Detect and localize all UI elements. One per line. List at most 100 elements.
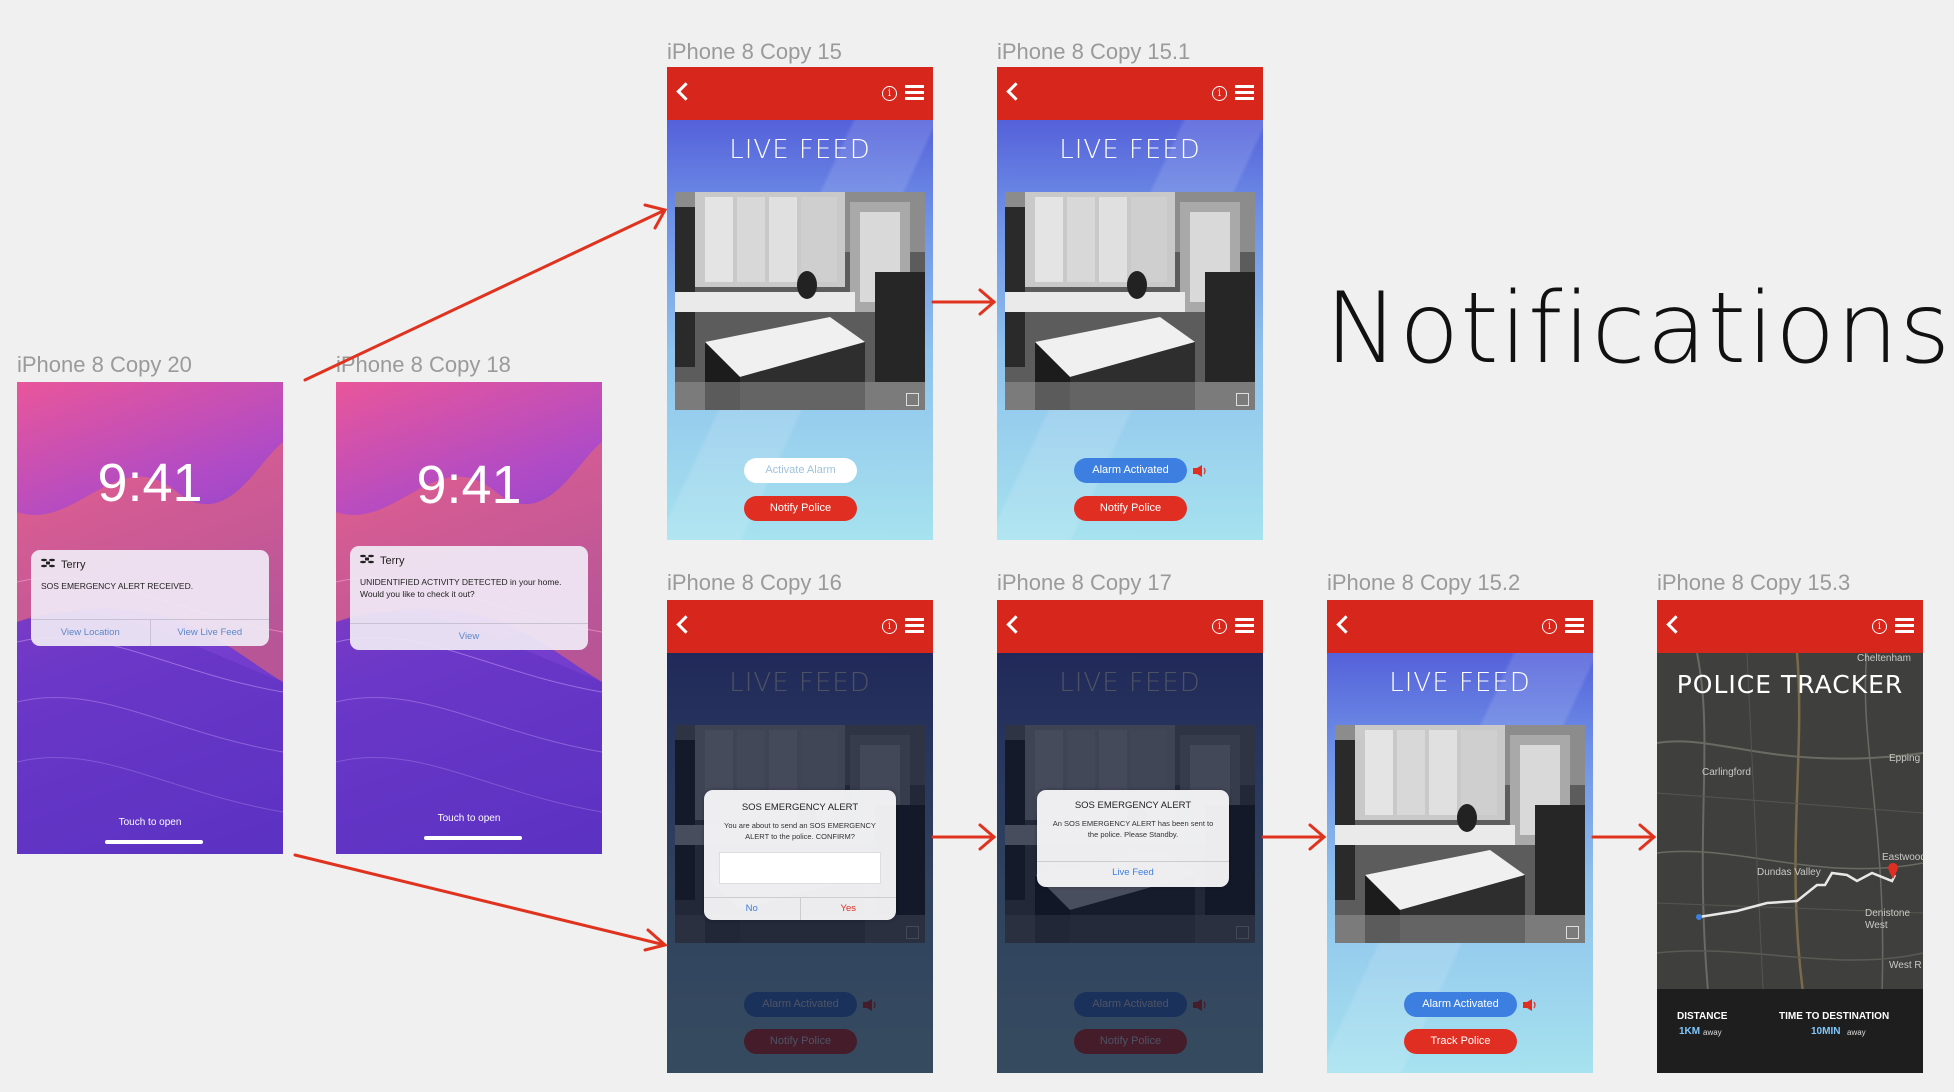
- info-icon[interactable]: i: [882, 619, 897, 634]
- activity-notification[interactable]: Terry UNIDENTIFIED ACTIVITY DETECTED in …: [350, 546, 588, 650]
- hamburger-menu-icon[interactable]: [1565, 618, 1584, 633]
- info-icon[interactable]: i: [882, 86, 897, 101]
- alarm-activated-button[interactable]: Alarm Activated: [1404, 992, 1517, 1017]
- info-icon[interactable]: i: [1542, 619, 1557, 634]
- track-police-button[interactable]: Track Police: [1404, 1029, 1517, 1054]
- arrowhead-icon: [643, 928, 669, 952]
- camera-feed[interactable]: [1335, 725, 1585, 943]
- fullscreen-icon[interactable]: [1566, 926, 1579, 939]
- sos-confirm-dialog: SOS EMERGENCY ALERT You are about to sen…: [704, 790, 896, 920]
- view-location-button[interactable]: View Location: [31, 620, 150, 646]
- touch-to-open: Touch to open: [437, 813, 501, 824]
- back-chevron-icon[interactable]: [1666, 615, 1685, 634]
- hamburger-menu-icon[interactable]: [1895, 618, 1914, 633]
- tracker-stats-panel: DISTANCE 1KM away TIME TO DESTINATION 10…: [1657, 989, 1923, 1073]
- hamburger-menu-icon[interactable]: [905, 618, 924, 633]
- dialog-actions: Live Feed: [1037, 861, 1229, 887]
- artboard-label-copy17: iPhone 8 Copy 17: [997, 570, 1172, 595]
- dialog-title: SOS EMERGENCY ALERT: [741, 802, 859, 813]
- arrowhead-icon: [978, 823, 997, 851]
- touch-to-open: Touch to open: [118, 817, 182, 828]
- camera-feed[interactable]: [675, 192, 925, 410]
- sos-notification[interactable]: Terry SOS EMERGENCY ALERT RECEIVED. View…: [31, 550, 269, 646]
- live-feed-screen: i LIVE FEED Activate Alarm Notify Police: [667, 67, 933, 540]
- back-chevron-icon[interactable]: [1336, 615, 1355, 634]
- hamburger-menu-icon[interactable]: [1235, 85, 1254, 100]
- map-label-carlingford: Carlingford: [1702, 767, 1751, 778]
- back-chevron-icon[interactable]: [676, 82, 695, 101]
- hamburger-menu-icon[interactable]: [905, 85, 924, 100]
- back-chevron-icon[interactable]: [1006, 82, 1025, 101]
- notification-message: SOS EMERGENCY ALERT RECEIVED.: [41, 581, 194, 591]
- yes-button[interactable]: Yes: [799, 898, 897, 920]
- notify-police-button[interactable]: Notify Police: [1074, 496, 1187, 521]
- home-indicator: [424, 836, 522, 840]
- fullscreen-icon[interactable]: [906, 393, 919, 406]
- speaker-icon: [1193, 465, 1206, 477]
- info-icon[interactable]: i: [1212, 619, 1227, 634]
- arrowhead-icon: [1638, 823, 1657, 851]
- track-police-screen: i LIVE FEED Alarm Activated Track Police: [1327, 600, 1593, 1073]
- map-label-denistone-west: Denistone West: [1865, 908, 1911, 931]
- confirm-input[interactable]: [719, 852, 881, 884]
- eta-label: TIME TO DESTINATION: [1779, 1011, 1890, 1022]
- lock-time: 9:41: [97, 453, 203, 513]
- back-chevron-icon[interactable]: [676, 615, 695, 634]
- sos-confirm-screen: i LIVE FEED Alarm Activated Notify Polic…: [667, 600, 933, 1073]
- artboard-label-copy15-2: iPhone 8 Copy 15.2: [1327, 570, 1521, 595]
- notify-police-button[interactable]: Notify Police: [744, 496, 857, 521]
- fullscreen-icon[interactable]: [1236, 393, 1249, 406]
- speaker-icon: [1523, 999, 1536, 1011]
- map-label-eastwood: Eastwood: [1882, 852, 1923, 863]
- notification-actions: View Location View Live Feed: [31, 619, 269, 646]
- live-feed-title: LIVE FEED: [729, 135, 871, 165]
- top-bar: i: [997, 67, 1263, 120]
- lock-screen-activity: 9:41 Terry UNIDENTIFIED ACTIVITY DETECTE…: [336, 382, 602, 854]
- map-label-epping: Epping: [1889, 753, 1921, 764]
- notification-message: UNIDENTIFIED ACTIVITY DETECTED in your h…: [360, 577, 562, 599]
- hamburger-menu-icon[interactable]: [1235, 618, 1254, 633]
- activate-alarm-button[interactable]: Activate Alarm: [744, 458, 857, 483]
- dialog-actions: No Yes: [704, 897, 896, 920]
- top-bar: i: [667, 600, 933, 653]
- flow-arrow: [293, 853, 667, 947]
- artboard-label-copy15-3: iPhone 8 Copy 15.3: [1657, 570, 1851, 595]
- notification-sender: Terry: [380, 554, 405, 567]
- artboard-label-copy18: iPhone 8 Copy 18: [336, 352, 511, 377]
- live-feed-title: LIVE FEED: [1059, 135, 1201, 165]
- alarm-activated-button[interactable]: Alarm Activated: [1074, 458, 1187, 483]
- drone-icon: [41, 558, 55, 571]
- notification-sender: Terry: [61, 558, 86, 571]
- lock-time: 9:41: [416, 455, 522, 515]
- notification-header: Terry: [41, 558, 85, 571]
- no-button[interactable]: No: [704, 898, 800, 920]
- map-label-cheltenham: Cheltenham: [1857, 653, 1911, 664]
- back-chevron-icon[interactable]: [1006, 615, 1025, 634]
- map-label-west-r: West R: [1889, 960, 1922, 971]
- arrowhead-icon: [1308, 823, 1327, 851]
- live-feed-title: LIVE FEED: [1389, 668, 1531, 698]
- live-feed-button[interactable]: Live Feed: [1037, 862, 1229, 887]
- top-bar: i: [1657, 600, 1923, 653]
- distance-suffix: away: [1703, 1028, 1722, 1037]
- camera-feed[interactable]: [1005, 192, 1255, 410]
- info-icon[interactable]: i: [1872, 619, 1887, 634]
- sos-sent-screen: i LIVE FEED Alarm Activated Notify Polic…: [997, 600, 1263, 1073]
- artboard-label-copy16: iPhone 8 Copy 16: [667, 570, 842, 595]
- eta-value: 10MIN: [1811, 1026, 1841, 1037]
- notification-actions: View: [350, 623, 588, 650]
- info-icon[interactable]: i: [1212, 86, 1227, 101]
- start-dot: [1696, 914, 1702, 920]
- arrowhead-icon: [978, 288, 997, 316]
- map-label-dundas-valley: Dundas Valley: [1757, 867, 1821, 878]
- view-button[interactable]: View: [350, 624, 588, 650]
- view-live-feed-button[interactable]: View Live Feed: [149, 620, 270, 646]
- artboard-label-copy15: iPhone 8 Copy 15: [667, 39, 842, 64]
- top-bar: i: [997, 600, 1263, 653]
- sos-sent-dialog: SOS EMERGENCY ALERT An SOS EMERGENCY ALE…: [1037, 790, 1229, 887]
- drone-icon: [360, 554, 374, 567]
- arrowhead-icon: [643, 203, 668, 230]
- top-bar: i: [1327, 600, 1593, 653]
- distance-label: DISTANCE: [1677, 1011, 1728, 1022]
- dialog-message: An SOS EMERGENCY ALERT has been sent to …: [1052, 819, 1214, 839]
